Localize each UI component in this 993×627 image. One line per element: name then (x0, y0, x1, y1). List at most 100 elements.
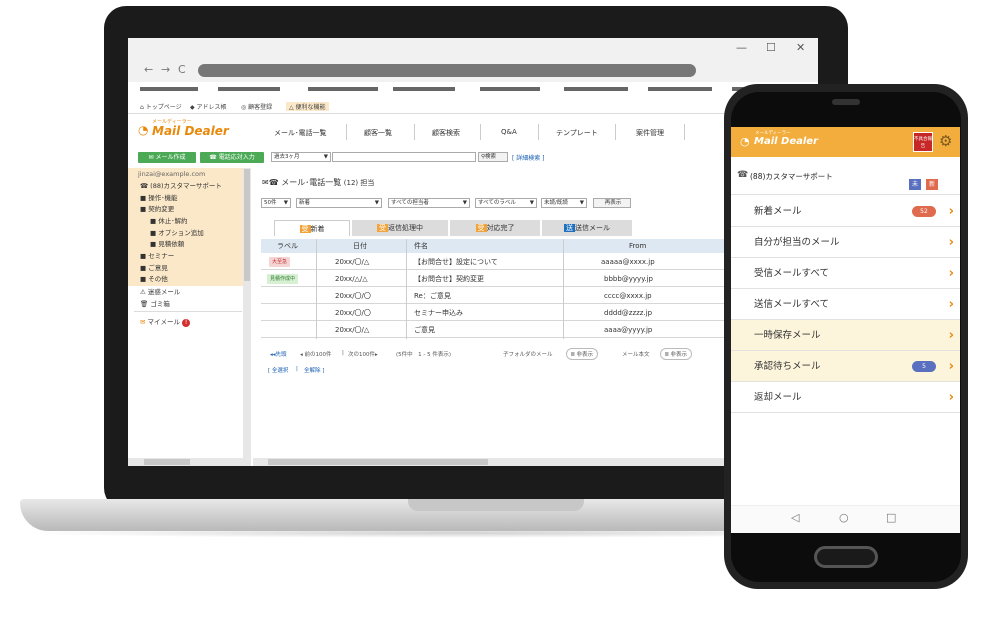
advanced-search-link[interactable]: [ 詳細検索 ] (512, 153, 545, 162)
menu-template[interactable]: テンプレート (556, 128, 598, 138)
row-subject[interactable]: ご意見 (414, 322, 435, 338)
bookmark-item[interactable] (393, 87, 455, 91)
addressbook-link[interactable]: ◆ アドレス帳 (190, 102, 227, 111)
phone-item-returned[interactable]: 返却メール › (731, 382, 960, 413)
col-date[interactable]: 日付 (353, 239, 367, 253)
useful-features-link[interactable]: △ 便利な機能 (286, 102, 329, 111)
menu-divider (538, 124, 539, 140)
tab-completed[interactable]: 受対応完了 (450, 220, 540, 236)
sidebar-item-seminar[interactable]: ■ セミナー (140, 250, 174, 260)
row-subject[interactable]: 【お問合せ】契約変更 (414, 271, 484, 287)
home-link[interactable]: ⌂ トップページ (140, 102, 182, 111)
row-from: aaaa@yyyy.jp (604, 326, 653, 334)
phone-speaker (832, 99, 860, 105)
sidebar-item-estimate[interactable]: ■ 見積依頼 (150, 238, 184, 248)
sidebar-item-trash[interactable]: 🗑 ゴミ箱 (140, 298, 170, 308)
period-select[interactable]: 過去3ヶ月 ▼ (271, 152, 331, 162)
status-select[interactable]: 新着 ▼ (296, 198, 382, 208)
bookmark-item[interactable] (218, 87, 280, 91)
menu-customer-list[interactable]: 顧客一覧 (364, 128, 392, 138)
bookmark-item[interactable] (140, 87, 198, 91)
minimize-icon[interactable]: — (736, 41, 747, 54)
sidebar-account: jinzai@example.com (138, 170, 206, 178)
menu-customer-search[interactable]: 顧客検索 (432, 128, 460, 138)
pager-prev[interactable]: ◂ 前の100件 (300, 350, 332, 358)
phone-entry-button[interactable]: ☎ 電話応対入力 (200, 152, 264, 163)
maximize-icon[interactable]: ☐ (766, 41, 776, 54)
phone-item-my-mail[interactable]: 自分が担当のメール › (731, 227, 960, 258)
sidebar-item-operation[interactable]: ■ 操作･機能 (140, 192, 177, 202)
body-toggle[interactable]: Ⅲ 非表示 (660, 348, 693, 360)
new-tag[interactable]: 新 (926, 179, 938, 190)
sidebar-scroll-thumb[interactable] (244, 169, 250, 281)
unread-tag[interactable]: 未 (909, 179, 921, 190)
bookmark-item[interactable] (480, 87, 540, 91)
deselect-all-link[interactable]: 全解除 ] (304, 366, 324, 374)
pager-separator: | (342, 350, 344, 356)
gear-icon[interactable]: ⚙ (939, 132, 952, 150)
sidebar-item-spam[interactable]: ⚠ 迷惑メール (140, 286, 180, 296)
phone-logo-text[interactable]: Mail Dealer (754, 136, 818, 147)
sidebar-item-opinion[interactable]: ■ ご意見 (140, 262, 168, 272)
bookmark-item[interactable] (564, 87, 628, 91)
chevron-right-icon: › (948, 204, 954, 219)
recent-apps-icon[interactable]: □ (886, 511, 896, 524)
label-select[interactable]: すべてのラベル ▼ (475, 198, 537, 208)
laptop-screen: — ☐ ✕ ← → C ⌂ トップページ ◆ アドレス帳 ◎ 顧客登録 △ 便利… (128, 38, 818, 466)
sidebar-item-other[interactable]: ■ その他 (140, 273, 168, 283)
reload-icon[interactable]: C (178, 63, 186, 76)
tab-new[interactable]: 受新着 (274, 220, 350, 236)
col-subject[interactable]: 件名 (414, 239, 428, 253)
search-button[interactable]: ⚲検索 (478, 152, 508, 162)
row-from: cccc@xxxx.jp (604, 292, 652, 300)
sidebar-item-option[interactable]: ■ オプション追加 (150, 227, 204, 237)
pager-next[interactable]: 次の100件▸ (348, 350, 378, 358)
home-icon[interactable]: ○ (839, 511, 849, 524)
sidebar-item-support[interactable]: ☎ (88)カスタマーサポート (140, 180, 222, 190)
row-from: bbbb@yyyy.jp (604, 275, 653, 283)
close-icon[interactable]: ✕ (796, 41, 805, 54)
refresh-button[interactable]: 再表示 (593, 198, 631, 208)
phone-home-button[interactable] (814, 546, 878, 568)
back-icon[interactable]: ◁ (791, 511, 799, 524)
sidebar-hscroll-thumb[interactable] (144, 459, 190, 465)
search-input[interactable] (332, 152, 476, 162)
col-label[interactable]: ラベル (277, 239, 298, 253)
list-hscroll-thumb[interactable] (268, 459, 488, 465)
sidebar-item-contract[interactable]: ■ 契約変更 (140, 203, 174, 213)
tab-replying[interactable]: 受返信処理中 (352, 220, 448, 236)
phone-item-drafts[interactable]: 一時保存メール › (731, 320, 960, 351)
row-subject[interactable]: Re：ご意見 (414, 288, 451, 304)
tab-sent[interactable]: 送送信メール (542, 220, 632, 236)
phone-item-all-received[interactable]: 受信メールすべて › (731, 258, 960, 289)
subfolder-toggle[interactable]: Ⅲ 非表示 (566, 348, 599, 360)
sidebar-item-suspend[interactable]: ■ 休止･解約 (150, 215, 187, 225)
per-page-select[interactable]: 50件 ▼ (261, 198, 291, 208)
compose-mail-button[interactable]: ✉ メール作成 (138, 152, 196, 163)
bookmark-item[interactable] (308, 87, 378, 91)
read-select[interactable]: 未読/既読 ▼ (541, 198, 587, 208)
phone-item-new-mail[interactable]: 新着メール 52 › (731, 196, 960, 227)
select-separator: | (296, 366, 298, 372)
app-logo[interactable]: メールディーラー ◔ Mail Dealer (138, 118, 248, 144)
menu-qa[interactable]: Q&A (501, 128, 517, 136)
phone-screen: メールディーラー ◔ Mail Dealer 不具合報告 ⚙ ☎ (88)カスタ… (731, 127, 960, 533)
approval-count-badge: 5 (912, 361, 936, 372)
url-field[interactable] (198, 64, 696, 77)
customer-register-link[interactable]: ◎ 顧客登録 (241, 102, 272, 111)
row-subject[interactable]: セミナー申込み (414, 305, 463, 321)
select-all-link[interactable]: [ 全選択 (268, 366, 288, 374)
bug-report-button[interactable]: 不具合報告 (913, 132, 933, 152)
forward-icon[interactable]: → (161, 63, 170, 76)
phone-item-all-sent[interactable]: 送信メールすべて › (731, 289, 960, 320)
assignee-select[interactable]: すべての担当者 ▼ (388, 198, 470, 208)
phone-item-awaiting-approval[interactable]: 承認待ちメール 5 › (731, 351, 960, 382)
bookmark-item[interactable] (648, 87, 712, 91)
sidebar-item-mymail[interactable]: ✉ マイメール ! (140, 316, 191, 327)
menu-case-management[interactable]: 案件管理 (636, 128, 664, 138)
pager-first[interactable]: ◂◂先頭 (270, 350, 287, 358)
menu-mail-phone-list[interactable]: メール･電話一覧 (274, 128, 327, 138)
back-icon[interactable]: ← (144, 63, 153, 76)
col-from[interactable]: From (629, 239, 646, 253)
row-subject[interactable]: 【お問合せ】設定について (414, 254, 498, 270)
